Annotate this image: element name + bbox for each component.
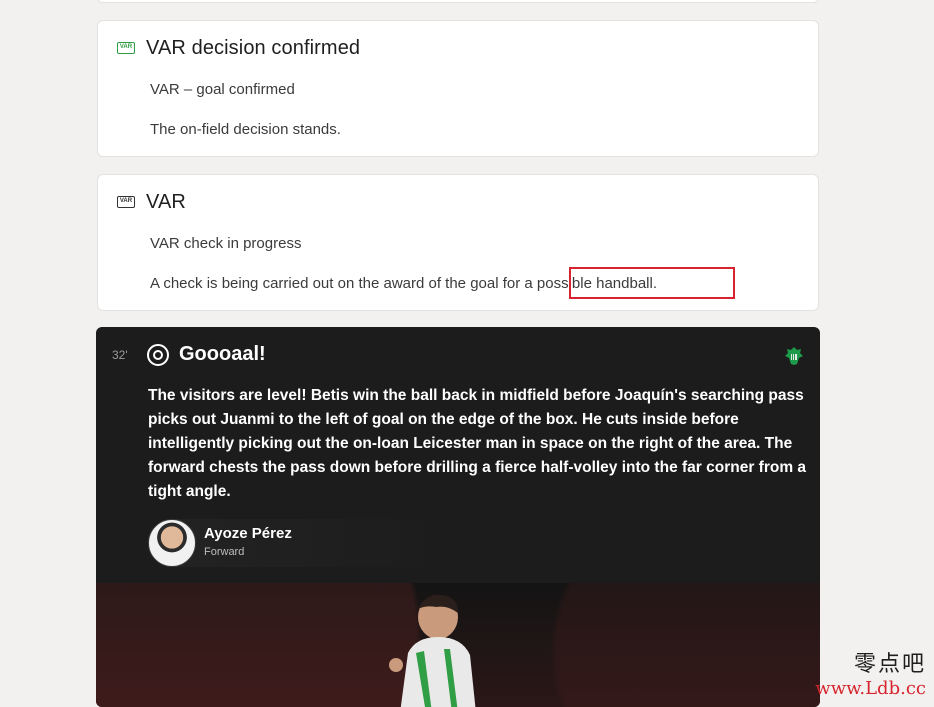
watermark-url: www.Ldb.cc (815, 678, 926, 699)
var-confirmed-card: VAR VAR decision confirmed VAR – goal co… (97, 20, 819, 157)
goal-photo (96, 583, 820, 707)
previous-event-card (97, 0, 819, 3)
goal-ball-icon (147, 344, 169, 366)
var-check-subtitle: VAR check in progress (150, 235, 302, 252)
goal-event-card: 32' Goooaal! The visitors are level! Bet… (96, 327, 820, 707)
club-crest-icon (785, 347, 803, 365)
player-name[interactable]: Ayoze Pérez (204, 525, 292, 542)
var-check-title: VAR (146, 191, 186, 213)
event-minute: 32' (112, 348, 128, 362)
var-confirmed-description: The on-field decision stands. (150, 121, 341, 138)
watermark-chinese: 零点吧 (853, 652, 926, 677)
player-photo-figure (389, 594, 476, 707)
goal-description: The visitors are level! Betis win the ba… (148, 387, 807, 500)
var-confirmed-title: VAR decision confirmed (146, 37, 361, 59)
player-avatar (148, 519, 196, 567)
var-confirmed-subtitle: VAR – goal confirmed (150, 81, 295, 98)
watermark: 零点吧 www.Ldb.cc (815, 646, 926, 699)
var-icon: VAR (117, 196, 135, 208)
highlight-annotation (569, 267, 735, 299)
goal-title: Goooaal! (179, 343, 266, 365)
var-icon: VAR (117, 42, 135, 54)
var-check-card: VAR VAR VAR check in progress A check is… (97, 174, 819, 311)
player-card[interactable]: Ayoze Pérez Forward (148, 519, 458, 567)
player-position: Forward (204, 546, 245, 558)
